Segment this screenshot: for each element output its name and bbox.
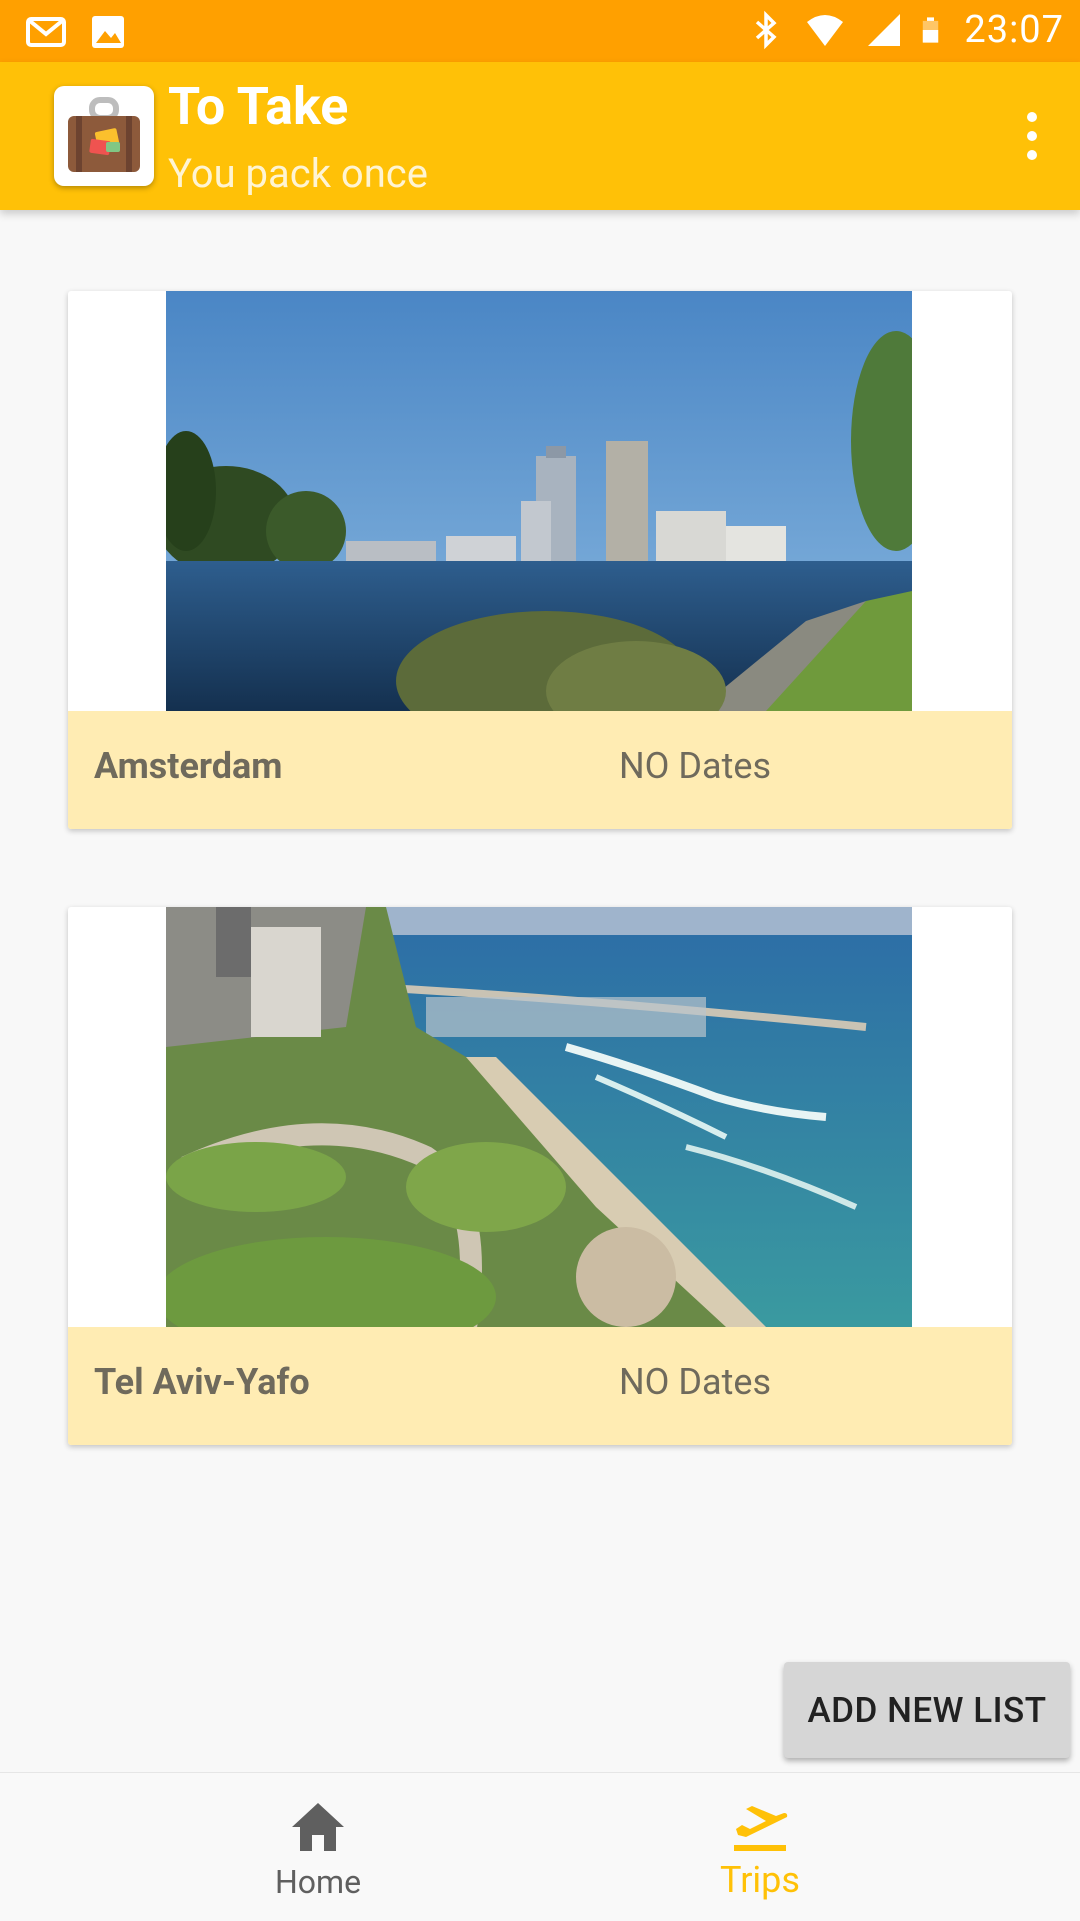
trip-dates: NO Dates [619, 1361, 772, 1403]
trip-name: Amsterdam [94, 745, 283, 787]
nav-label-trips: Trips [720, 1859, 800, 1901]
app-title: To Take [168, 76, 349, 137]
trip-card-amsterdam[interactable]: Amsterdam NO Dates [68, 291, 1012, 829]
trip-name: Tel Aviv-Yafo [94, 1361, 310, 1403]
amsterdam-photo [166, 291, 912, 711]
status-time: 23:07 [964, 8, 1064, 52]
battery-icon [923, 17, 939, 43]
add-new-list-button[interactable]: ADD NEW LIST [784, 1662, 1070, 1758]
bluetooth-icon [756, 10, 777, 50]
wifi-icon [807, 15, 844, 46]
status-bar: 23:07 [0, 0, 1080, 62]
flight-takeoff-icon [734, 1806, 788, 1851]
app-bar: To Take You pack once [0, 62, 1080, 210]
gmail-icon [26, 17, 66, 47]
suitcase-icon [54, 86, 154, 186]
trip-footer: Amsterdam NO Dates [68, 711, 1012, 829]
image-icon [92, 16, 124, 48]
app-subtitle: You pack once [168, 150, 428, 197]
nav-label-home: Home [274, 1863, 362, 1901]
nav-item-trips[interactable]: Trips [610, 1773, 910, 1921]
bottom-navigation: Home Trips [0, 1772, 1080, 1920]
nav-item-home[interactable]: Home [168, 1773, 468, 1921]
signal-icon [868, 14, 901, 46]
trip-footer: Tel Aviv-Yafo NO Dates [68, 1327, 1012, 1445]
tel-aviv-photo [166, 907, 912, 1327]
more-vert-icon[interactable] [1012, 106, 1052, 166]
home-icon [292, 1803, 344, 1851]
trip-card-tel-aviv[interactable]: Tel Aviv-Yafo NO Dates [68, 907, 1012, 1445]
trip-dates: NO Dates [619, 745, 772, 787]
